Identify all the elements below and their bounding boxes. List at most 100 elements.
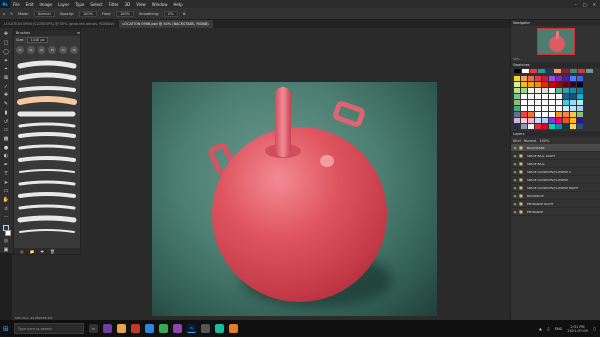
network-icon[interactable]: ▲ (539, 327, 542, 331)
swatch-color[interactable] (535, 94, 541, 99)
brush-settings-icon[interactable]: ◎ (20, 249, 24, 254)
swatch-color[interactable] (577, 118, 583, 123)
menu-window[interactable]: Window (149, 2, 171, 7)
menu-3d[interactable]: 3D (122, 2, 134, 7)
visibility-eye-icon[interactable]: ◉ (511, 210, 519, 214)
healing-tool-icon[interactable]: ✚ (2, 92, 10, 99)
swatch-color[interactable] (549, 88, 555, 93)
swatch-color[interactable] (549, 118, 555, 123)
swatch-color[interactable] (521, 76, 527, 81)
swatch-color[interactable] (556, 88, 562, 93)
swatch-color[interactable] (556, 124, 562, 129)
menu-edit[interactable]: Edit (23, 2, 37, 7)
swatch-color[interactable] (563, 88, 569, 93)
swatch-color[interactable] (521, 88, 527, 93)
menu-filter[interactable]: Filter (106, 2, 122, 7)
menu-file[interactable]: File (10, 2, 23, 7)
swatch-color[interactable] (514, 94, 520, 99)
new-brush-icon[interactable]: ✚ (40, 249, 43, 254)
swatch-color[interactable] (514, 118, 520, 123)
pen-tool-icon[interactable]: ✒ (2, 162, 10, 169)
swatch-color[interactable] (522, 69, 529, 73)
swatch-color[interactable] (577, 106, 583, 111)
swatch-color[interactable] (546, 69, 553, 73)
menu-view[interactable]: View (133, 2, 149, 7)
swatch-color[interactable] (521, 118, 527, 123)
swatch-color[interactable] (570, 100, 576, 105)
layer-opacity[interactable]: 100% (539, 139, 549, 143)
swatch-color[interactable] (514, 112, 520, 117)
swatch-color[interactable] (563, 112, 569, 117)
shape-tool-icon[interactable]: ▭ (2, 188, 10, 195)
swatch-color[interactable] (563, 124, 569, 129)
app-icon[interactable] (228, 324, 238, 333)
windows-start-icon[interactable]: ⊞ (3, 325, 9, 333)
mode-select[interactable]: Normal (33, 10, 55, 17)
lasso-tool-icon[interactable]: ◯ (2, 48, 10, 55)
visibility-eye-icon[interactable]: ◉ (511, 154, 519, 158)
swatch-color[interactable] (563, 106, 569, 111)
swatch-color[interactable] (577, 112, 583, 117)
crop-tool-icon[interactable]: ⌖ (2, 66, 10, 73)
settings-gear-icon[interactable]: ⚙ (183, 12, 186, 16)
swatch-color[interactable] (535, 100, 541, 105)
brush-tool-icon[interactable]: ✎ (2, 101, 10, 108)
swatch-color[interactable] (535, 118, 541, 123)
swatch-color[interactable] (556, 112, 562, 117)
swatch-color[interactable] (542, 106, 548, 111)
swatch-color[interactable] (528, 112, 534, 117)
swatch-color[interactable] (514, 124, 520, 129)
swatch-color[interactable] (521, 82, 527, 87)
swatch-color[interactable] (514, 106, 520, 111)
brush-preset[interactable]: 30 (37, 46, 46, 54)
visibility-eye-icon[interactable]: ◉ (511, 186, 519, 190)
swatch-color[interactable] (514, 76, 520, 81)
swatch-color[interactable] (528, 88, 534, 93)
menu-select[interactable]: Select (87, 2, 105, 7)
menu-type[interactable]: Type (72, 2, 87, 7)
swatch-color[interactable] (570, 118, 576, 123)
layer-row[interactable]: ◉ ■ BACKDROP (511, 192, 600, 200)
photoshop-taskbar-icon[interactable]: Ps (186, 324, 196, 333)
swatch-color[interactable] (514, 100, 520, 105)
screen-mode-icon[interactable]: ▣ (2, 246, 10, 253)
brush-size-field[interactable]: 1440 px (27, 37, 48, 43)
blur-tool-icon[interactable]: ● (2, 144, 10, 151)
quick-select-tool-icon[interactable]: ✦ (2, 57, 10, 64)
brush-preset[interactable]: 25 (59, 46, 68, 54)
swatch-color[interactable] (577, 76, 583, 81)
swatch-color[interactable] (577, 124, 583, 129)
volume-icon[interactable]: ♫ (547, 327, 550, 331)
swatch-color[interactable] (542, 82, 548, 87)
layer-row[interactable]: ◉ ■ ENTRANCE (511, 208, 600, 216)
swatch-color[interactable] (556, 94, 562, 99)
swatch-color[interactable] (549, 82, 555, 87)
opacity-field[interactable]: 100% (78, 10, 97, 17)
swatch-color[interactable] (542, 100, 548, 105)
swatch-color[interactable] (535, 112, 541, 117)
gradient-tool-icon[interactable]: ▩ (2, 136, 10, 143)
swatch-color[interactable] (577, 94, 583, 99)
trash-icon[interactable]: 🗑 (50, 249, 55, 254)
swatch-color[interactable] (542, 124, 548, 129)
app-icon[interactable] (144, 324, 154, 333)
app-icon[interactable] (130, 324, 140, 333)
maximize-icon[interactable]: □ (583, 2, 587, 7)
visibility-eye-icon[interactable]: ◉ (511, 162, 519, 166)
document-canvas[interactable] (152, 82, 437, 316)
swatch-color[interactable] (542, 94, 548, 99)
swatch-color[interactable] (563, 82, 569, 87)
swatch-color[interactable] (570, 106, 576, 111)
swatch-color[interactable] (528, 124, 534, 129)
task-view-icon[interactable]: ▭ (88, 324, 98, 333)
swatch-color[interactable] (514, 82, 520, 87)
swatch-color[interactable] (556, 82, 562, 87)
swatch-color[interactable] (563, 118, 569, 123)
taskbar-clock[interactable]: 2:51 PM 2021-07-09 (567, 325, 587, 333)
brush-preset[interactable]: 30 (16, 46, 24, 54)
swatch-color[interactable] (528, 118, 534, 123)
notifications-icon[interactable]: □ (593, 327, 596, 331)
marquee-tool-icon[interactable]: □ (2, 40, 10, 47)
menu-layer[interactable]: Layer (55, 2, 72, 7)
quick-mask-icon[interactable]: ◎ (2, 238, 10, 245)
